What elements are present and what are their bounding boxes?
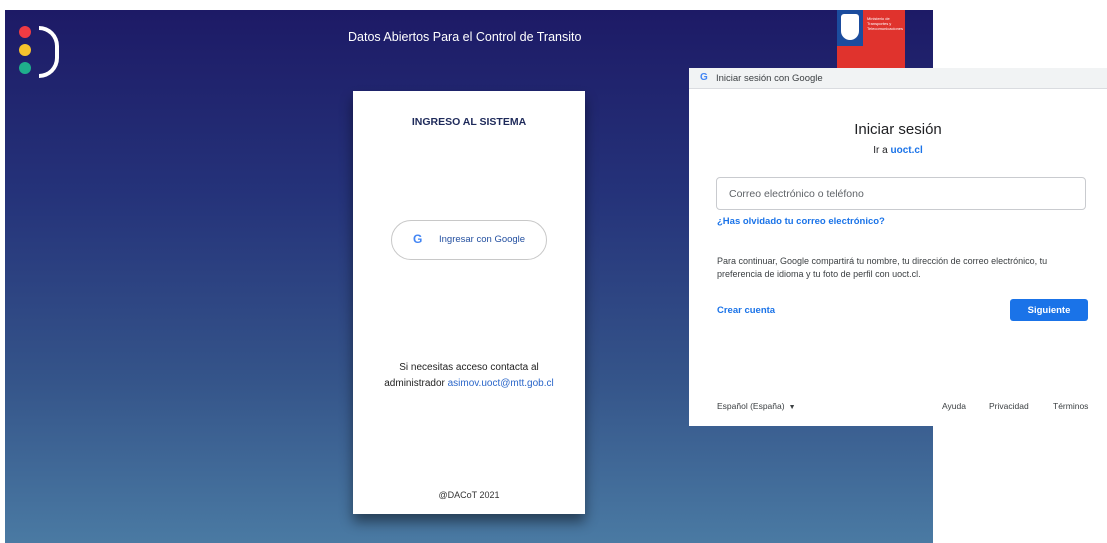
- forgot-email-link[interactable]: ¿Has olvidado tu correo electrónico?: [717, 216, 885, 227]
- access-note: Si necesitas acceso contacta al administ…: [384, 362, 554, 389]
- admin-email-link[interactable]: asimov.uoct@mtt.gob.cl: [448, 378, 554, 389]
- terms-link[interactable]: Términos: [1053, 401, 1088, 411]
- google-icon: G: [413, 232, 423, 246]
- signin-subheading: Ir a uoct.cl: [873, 145, 923, 156]
- consent-text: Para continuar, Google compartirá tu nom…: [717, 256, 1048, 279]
- government-logo: Ministerio de Transportes y Telecomunica…: [837, 10, 905, 68]
- site-link[interactable]: uoct.cl: [891, 145, 923, 156]
- login-card: INGRESO AL SISTEMA G Ingresar con Google…: [353, 91, 585, 514]
- logo-bracket: [39, 26, 59, 78]
- email-input[interactable]: [716, 177, 1086, 210]
- create-account-link[interactable]: Crear cuenta: [717, 305, 775, 316]
- coat-of-arms-icon: [841, 14, 859, 40]
- popup-title-bar: G Iniciar sesión con Google: [689, 68, 1107, 89]
- logo-yellow-dot: [19, 44, 31, 56]
- login-title: INGRESO AL SISTEMA: [411, 116, 527, 128]
- google-login-label: Ingresar con Google: [439, 234, 526, 245]
- google-signin-popup: G Iniciar sesión con Google Iniciar sesi…: [689, 68, 1107, 426]
- next-button[interactable]: Siguiente: [1010, 299, 1088, 321]
- card-footer: @DACoT 2021: [438, 490, 500, 500]
- logo-red-dot: [19, 26, 31, 38]
- app-title: Datos Abiertos Para el Control de Transi…: [348, 30, 582, 44]
- google-login-button[interactable]: G Ingresar con Google: [391, 220, 547, 260]
- language-selector[interactable]: Español (España) ▼: [717, 401, 796, 411]
- google-icon: G: [700, 72, 708, 83]
- caret-down-icon: ▼: [788, 404, 796, 411]
- privacy-link[interactable]: Privacidad: [989, 401, 1029, 411]
- dacot-logo: [19, 26, 69, 78]
- logo-green-dot: [19, 62, 31, 74]
- help-link[interactable]: Ayuda: [942, 401, 966, 411]
- popup-window-title: Iniciar sesión con Google: [716, 73, 823, 84]
- government-logo-text: Ministerio de Transportes y Telecomunica…: [867, 16, 904, 31]
- signin-heading: Iniciar sesión: [854, 121, 942, 138]
